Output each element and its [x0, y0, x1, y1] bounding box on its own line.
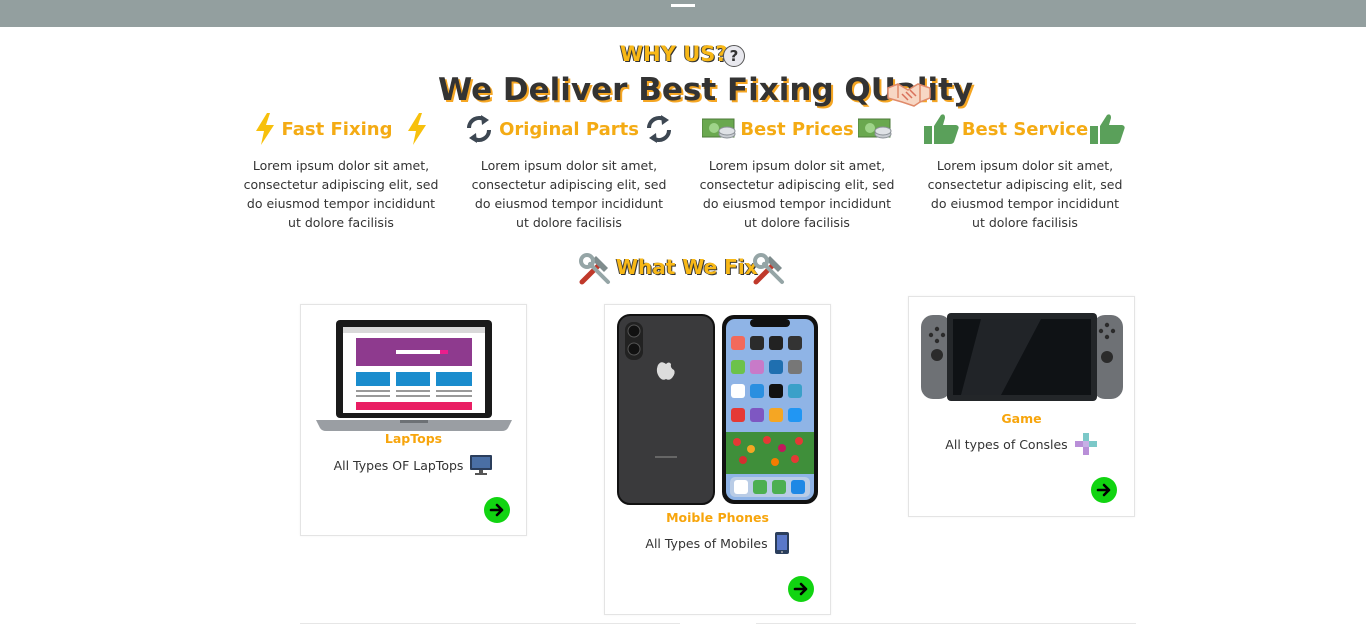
why-us-heading: WHY US? — [620, 42, 728, 66]
feature-original-parts: Original Parts Lorem ipsum dolor sit ame… — [455, 112, 683, 232]
top-navbar — [0, 0, 1366, 27]
card-description-text: All Types of Mobiles — [645, 535, 768, 551]
feature-best-prices: Best Prices Lorem ipsum dolor sit amet, … — [683, 112, 911, 232]
service-card-laptops: LapTops All Types OF LapTops — [300, 304, 527, 536]
feature-title: Fast Fixing — [281, 118, 393, 140]
money-icon — [702, 118, 736, 139]
feature-title: Best Prices — [740, 118, 854, 140]
arrow-right-icon — [1096, 483, 1111, 497]
tools-icon — [579, 253, 610, 285]
feature-text: Lorem ipsum dolor sit amet, consectetur … — [927, 158, 1123, 230]
card-description: All Types OF LapTops — [301, 454, 526, 476]
mobile-icon — [774, 532, 789, 554]
desktop-icon — [470, 455, 493, 475]
card-title: Moible Phones — [666, 510, 769, 525]
feature-title: Original Parts — [499, 118, 639, 140]
card-description: All types of Consles — [909, 432, 1134, 456]
sync-icon — [646, 115, 671, 143]
service-card-mobile-phones: Moible Phones All Types of Mobiles — [604, 304, 831, 615]
feature-text: Lorem ipsum dolor sit amet, consectetur … — [699, 158, 895, 230]
lightning-icon — [408, 113, 427, 145]
hamburger-menu-icon[interactable] — [671, 4, 695, 7]
thumbs-up-icon — [923, 114, 959, 144]
phone-image — [617, 314, 818, 505]
feature-best-service: Best Service Lorem ipsum dolor sit amet,… — [911, 112, 1139, 232]
arrow-right-icon — [489, 503, 504, 517]
game-console-image — [921, 313, 1123, 401]
sync-icon — [467, 115, 492, 143]
money-icon — [857, 118, 892, 139]
feature-text: Lorem ipsum dolor sit amet, consectetur … — [471, 158, 667, 230]
card-title: LapTops — [384, 431, 443, 446]
handshake-icon — [887, 83, 931, 107]
game-details-button[interactable] — [1091, 477, 1117, 503]
card-description-text: All Types OF LapTops — [333, 457, 464, 473]
divider — [300, 623, 680, 624]
thumbs-up-icon — [1090, 114, 1125, 144]
question-icon: ? — [723, 45, 745, 67]
feature-fast-fixing: Fast Fixing Lorem ipsum dolor sit amet, … — [227, 112, 455, 232]
feature-text: Lorem ipsum dolor sit amet, consectetur … — [243, 158, 439, 230]
service-card-game: Game All types of Consles — [908, 296, 1135, 517]
divider — [756, 623, 1136, 624]
mobile-phones-details-button[interactable] — [788, 576, 814, 602]
laptops-details-button[interactable] — [484, 497, 510, 523]
lightning-icon — [255, 113, 274, 145]
laptop-image — [316, 320, 512, 431]
what-we-fix-heading: What We Fix — [616, 255, 758, 279]
card-title: Game — [1001, 411, 1042, 426]
arrow-right-icon — [793, 582, 808, 596]
card-description: All Types of Mobiles — [605, 531, 830, 555]
feature-title: Best Service — [961, 118, 1089, 140]
card-description-text: All types of Consles — [945, 436, 1068, 452]
gamepad-icon — [1074, 433, 1097, 455]
tools-icon — [753, 253, 784, 285]
